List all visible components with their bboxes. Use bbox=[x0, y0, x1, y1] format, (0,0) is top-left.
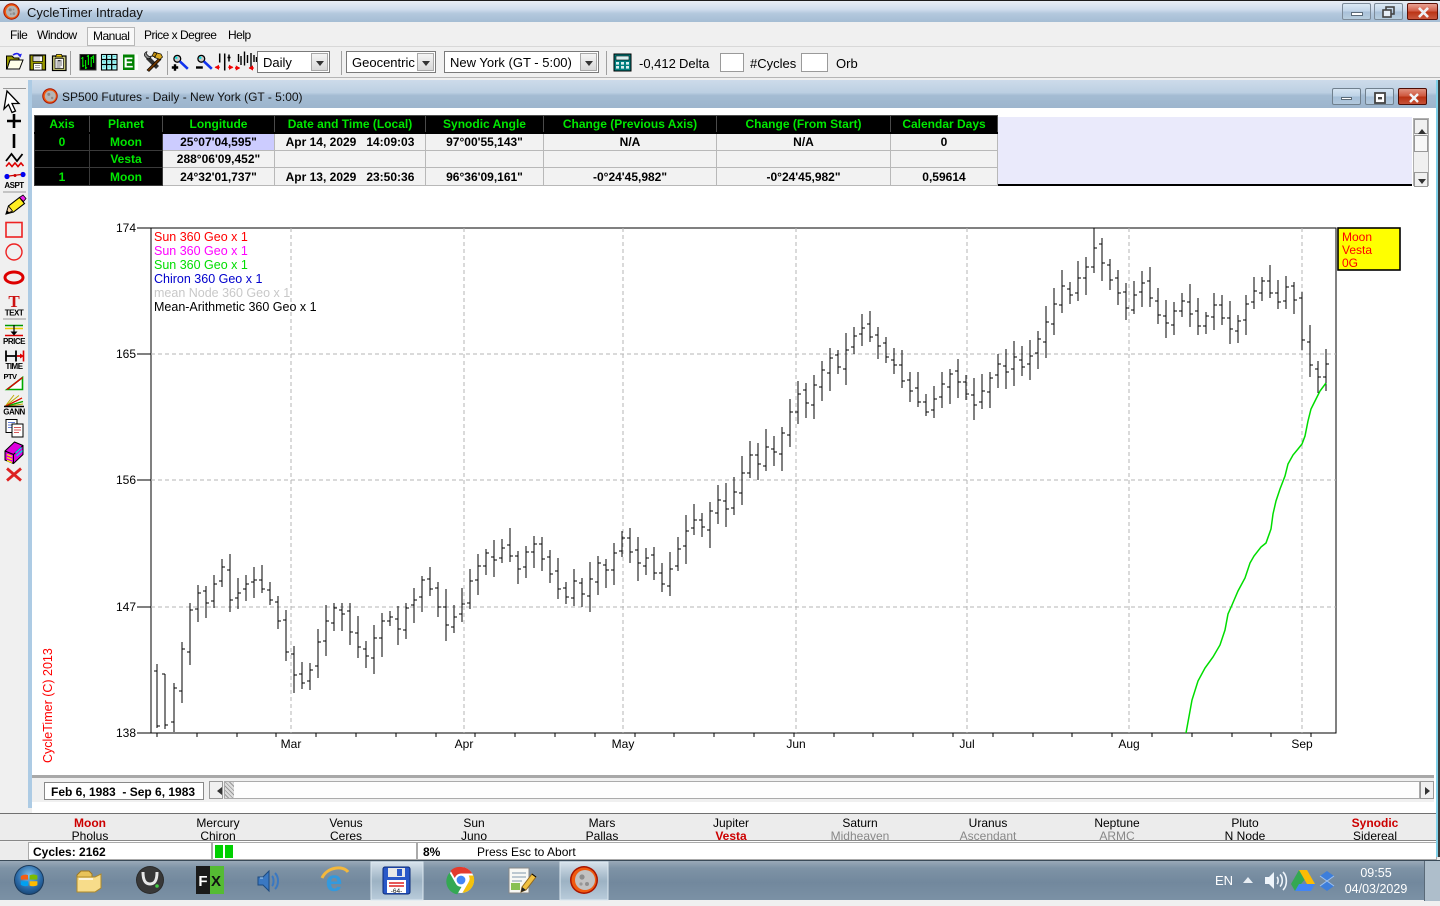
svg-text:09:55: 09:55 bbox=[1360, 866, 1391, 880]
svg-text:TIME: TIME bbox=[5, 362, 23, 371]
svg-text:Vesta: Vesta bbox=[1342, 243, 1372, 257]
svg-text:E: E bbox=[124, 56, 134, 72]
svg-text:PTV: PTV bbox=[3, 372, 17, 381]
svg-text:F: F bbox=[198, 873, 207, 890]
svg-text:Mean-Arithmetic 360 Geo x 1: Mean-Arithmetic 360 Geo x 1 bbox=[154, 300, 317, 314]
svg-text:138: 138 bbox=[116, 726, 136, 740]
svg-text:Sep: Sep bbox=[1291, 737, 1313, 751]
svg-text:Moon: Moon bbox=[1342, 230, 1372, 244]
svg-text:165: 165 bbox=[116, 347, 136, 361]
svg-text:147: 147 bbox=[116, 600, 136, 614]
svg-text:GANN: GANN bbox=[3, 408, 25, 417]
svg-text:ASPT: ASPT bbox=[4, 181, 24, 190]
svg-text:PRICE: PRICE bbox=[3, 337, 26, 346]
svg-text:Apr: Apr bbox=[455, 737, 474, 751]
svg-text:Sun 360 Geo x 1: Sun 360 Geo x 1 bbox=[154, 230, 248, 244]
svg-text:156: 156 bbox=[116, 473, 136, 487]
svg-text:X: X bbox=[211, 873, 221, 890]
svg-text:Sun 360 Geo x 1: Sun 360 Geo x 1 bbox=[154, 258, 248, 272]
svg-text:May: May bbox=[612, 737, 635, 751]
svg-text:04/03/2029: 04/03/2029 bbox=[1345, 882, 1408, 896]
svg-text:Sun 360 Geo x 1: Sun 360 Geo x 1 bbox=[154, 244, 248, 258]
svg-text:CycleTimer (C) 2013: CycleTimer (C) 2013 bbox=[41, 648, 55, 763]
svg-text:Aug: Aug bbox=[1118, 737, 1139, 751]
svg-text:EN: EN bbox=[1215, 873, 1233, 888]
svg-text:mean Node 360 Geo x 1: mean Node 360 Geo x 1 bbox=[154, 286, 290, 300]
svg-text:0G: 0G bbox=[1342, 256, 1358, 270]
svg-text:Jun: Jun bbox=[786, 737, 805, 751]
svg-text:174: 174 bbox=[116, 221, 136, 235]
svg-text:Jul: Jul bbox=[959, 737, 974, 751]
svg-text:TEXT: TEXT bbox=[5, 309, 24, 318]
svg-text:-64-: -64- bbox=[391, 888, 403, 895]
svg-text:Chiron 360 Geo x 1: Chiron 360 Geo x 1 bbox=[154, 272, 262, 286]
svg-text:Mar: Mar bbox=[281, 737, 302, 751]
